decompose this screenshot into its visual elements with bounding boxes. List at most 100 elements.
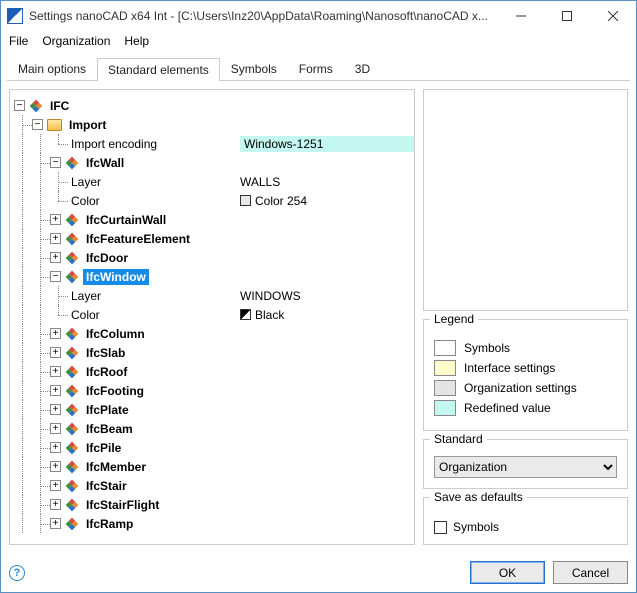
help-icon[interactable]: ? — [9, 565, 25, 581]
expander-icon[interactable]: + — [50, 423, 61, 434]
save-defaults-group: Save as defaults Symbols — [423, 497, 628, 545]
tree-node-ifcfeatureelement[interactable]: + IfcFeatureElement — [14, 229, 414, 248]
tree-node-ifcplate[interactable]: + IfcPlate — [14, 400, 414, 419]
close-button[interactable] — [590, 1, 636, 31]
standard-group: Standard Organization — [423, 439, 628, 489]
expander-icon[interactable]: + — [50, 214, 61, 225]
ifc-icon — [65, 251, 79, 265]
menu-organization[interactable]: Organization — [42, 34, 110, 48]
tree-label: IfcCurtainWall — [83, 212, 169, 228]
tree-node-ifcpile[interactable]: + IfcPile — [14, 438, 414, 457]
tree-label: IfcPile — [83, 440, 124, 456]
expander-icon[interactable]: + — [50, 328, 61, 339]
symbols-checkbox-label: Symbols — [453, 520, 499, 534]
maximize-button[interactable] — [544, 1, 590, 31]
close-icon — [608, 11, 618, 21]
standard-select[interactable]: Organization — [434, 456, 617, 478]
expander-icon[interactable]: + — [50, 233, 61, 244]
ifc-icon — [65, 270, 79, 284]
tab-main-options[interactable]: Main options — [7, 57, 97, 80]
ifc-icon — [65, 403, 79, 417]
prop-value[interactable]: WALLS — [240, 175, 280, 189]
tree-node-ifcwindow[interactable]: − IfcWindow — [14, 267, 414, 286]
tree-prop-ifcwindow-layer[interactable]: Layer WINDOWS — [14, 286, 414, 305]
tree-label: IfcSlab — [83, 345, 128, 361]
prop-value[interactable]: Black — [255, 308, 284, 322]
menu-file[interactable]: File — [9, 34, 28, 48]
prop-value[interactable]: Color 254 — [255, 194, 307, 208]
menu-help[interactable]: Help — [124, 34, 149, 48]
tree-node-ifc[interactable]: − IFC — [14, 96, 414, 115]
minimize-button[interactable] — [498, 1, 544, 31]
legend-swatch-icon — [434, 400, 456, 416]
side-panel: Legend Symbols Interface settings Organi… — [423, 89, 628, 545]
expander-icon[interactable]: − — [32, 119, 43, 130]
expander-icon[interactable]: + — [50, 518, 61, 529]
tree-node-ifcwall[interactable]: − IfcWall — [14, 153, 414, 172]
tree-prop-import-encoding[interactable]: Import encoding Windows-1251 — [14, 134, 414, 153]
tree-label: IfcFooting — [83, 383, 147, 399]
legend-group: Legend Symbols Interface settings Organi… — [423, 319, 628, 431]
expander-icon[interactable]: + — [50, 252, 61, 263]
expander-icon[interactable]: − — [50, 157, 61, 168]
tree-node-ifcfooting[interactable]: + IfcFooting — [14, 381, 414, 400]
preview-area — [423, 89, 628, 311]
color-swatch-icon — [240, 309, 251, 320]
tree-label: IfcRoof — [83, 364, 130, 380]
expander-icon[interactable]: + — [50, 461, 61, 472]
tree-node-ifccolumn[interactable]: +IfcColumn — [14, 324, 414, 343]
prop-value[interactable]: WINDOWS — [240, 289, 301, 303]
legend-swatch-icon — [434, 360, 456, 376]
expander-icon[interactable]: − — [14, 100, 25, 111]
tree-panel[interactable]: − IFC − Import Import encoding Windows-1… — [9, 89, 415, 545]
tree-node-ifcslab[interactable]: + IfcSlab — [14, 343, 414, 362]
expander-icon[interactable]: + — [50, 480, 61, 491]
tree-node-ifcdoor[interactable]: + IfcDoor — [14, 248, 414, 267]
tab-3d[interactable]: 3D — [344, 57, 381, 80]
save-defaults-title: Save as defaults — [430, 490, 527, 504]
tab-symbols[interactable]: Symbols — [220, 57, 288, 80]
bottombar: ? OK Cancel — [1, 553, 636, 592]
color-swatch-icon — [240, 195, 251, 206]
minimize-icon — [516, 11, 526, 21]
legend-label: Organization settings — [464, 381, 577, 395]
prop-label: Import encoding — [68, 136, 160, 152]
legend-swatch-icon — [434, 380, 456, 396]
prop-label: Layer — [68, 288, 104, 304]
ifc-icon — [65, 213, 79, 227]
cancel-button[interactable]: Cancel — [553, 561, 628, 584]
content-area: − IFC − Import Import encoding Windows-1… — [1, 81, 636, 553]
expander-icon[interactable]: + — [50, 385, 61, 396]
expander-icon[interactable]: + — [50, 347, 61, 358]
legend-row-interface: Interface settings — [434, 360, 617, 376]
ifc-icon — [65, 479, 79, 493]
expander-icon[interactable]: + — [50, 404, 61, 415]
tree-prop-ifcwall-layer[interactable]: Layer WALLS — [14, 172, 414, 191]
prop-label: Layer — [68, 174, 104, 190]
ok-button[interactable]: OK — [470, 561, 545, 584]
expander-icon[interactable]: + — [50, 366, 61, 377]
expander-icon[interactable]: + — [50, 442, 61, 453]
ifc-icon — [65, 346, 79, 360]
tree-node-ifcstair[interactable]: +IfcStair — [14, 476, 414, 495]
tab-forms[interactable]: Forms — [288, 57, 344, 80]
tree-node-ifcroof[interactable]: + IfcRoof — [14, 362, 414, 381]
symbols-checkbox[interactable] — [434, 521, 447, 534]
tree-prop-ifcwall-color[interactable]: Color Color 254 — [14, 191, 414, 210]
tree-node-import[interactable]: − Import — [14, 115, 414, 134]
tree-node-ifcbeam[interactable]: +IfcBeam — [14, 419, 414, 438]
tree-node-ifcstairflight[interactable]: +IfcStairFlight — [14, 495, 414, 514]
tree-label: IfcPlate — [83, 402, 132, 418]
tab-standard-elements[interactable]: Standard elements — [97, 58, 220, 81]
tree-label: IfcRamp — [83, 516, 136, 532]
tree-node-ifcramp[interactable]: + IfcRamp — [14, 514, 414, 533]
prop-value[interactable]: Windows-1251 — [240, 136, 414, 152]
titlebar: Settings nanoCAD x64 Int - [C:\Users\Inz… — [1, 1, 636, 31]
ifc-icon — [65, 365, 79, 379]
tree-prop-ifcwindow-color[interactable]: Color Black — [14, 305, 414, 324]
ifc-icon — [65, 422, 79, 436]
tree-node-ifcmember[interactable]: +IfcMember — [14, 457, 414, 476]
expander-icon[interactable]: − — [50, 271, 61, 282]
expander-icon[interactable]: + — [50, 499, 61, 510]
tree-node-ifccurtainwall[interactable]: + IfcCurtainWall — [14, 210, 414, 229]
